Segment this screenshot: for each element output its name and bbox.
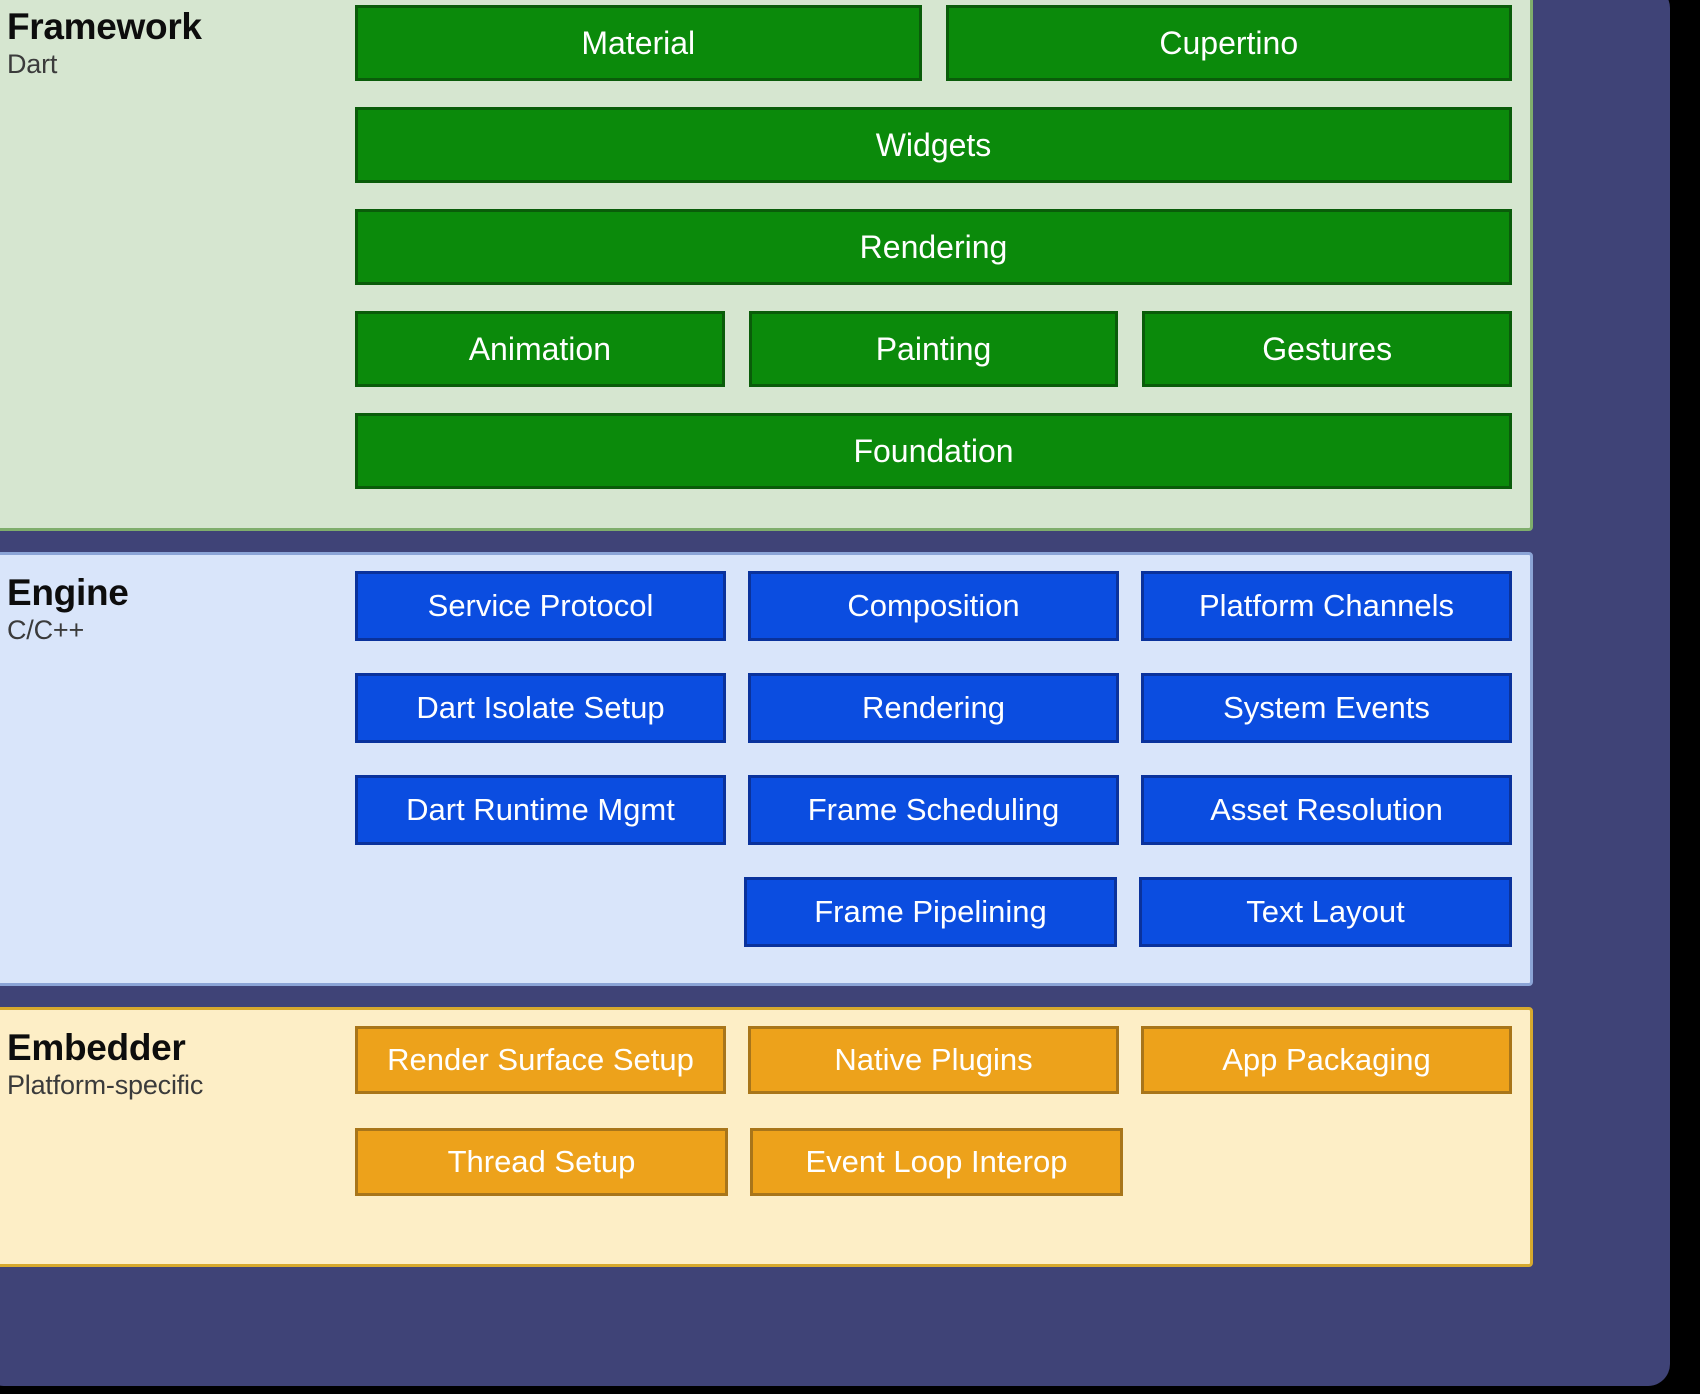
box-frame-scheduling[interactable]: Frame Scheduling (748, 775, 1119, 845)
engine-row-4: Frame Pipelining Text Layout (355, 877, 1512, 947)
box-event-loop-interop[interactable]: Event Loop Interop (750, 1128, 1123, 1196)
layer-embedder-label: Embedder Platform-specific (0, 1010, 355, 1101)
column-gap (726, 673, 748, 775)
box-thread-setup[interactable]: Thread Setup (355, 1128, 728, 1196)
box-asset-resolution[interactable]: Asset Resolution (1141, 775, 1512, 845)
column-gap (1117, 877, 1139, 947)
embedder-row-2: Thread Setup Event Loop Interop (355, 1128, 1512, 1196)
box-text-layout[interactable]: Text Layout (1139, 877, 1512, 947)
column-gap (726, 571, 748, 673)
box-app-packaging[interactable]: App Packaging (1141, 1026, 1512, 1094)
layer-embedder-title: Embedder (7, 1027, 186, 1068)
framework-row-4: Animation Painting Gestures (355, 311, 1513, 413)
layer-framework-grid: Material Cupertino Widgets Rendering Ani… (355, 0, 1530, 505)
layer-engine-title: Engine (7, 572, 129, 613)
column-gap (1119, 571, 1141, 673)
box-dart-runtime-mgmt[interactable]: Dart Runtime Mgmt (355, 775, 726, 845)
box-widgets[interactable]: Widgets (355, 107, 1512, 183)
layer-engine-grid: Service Protocol Composition Platform Ch… (355, 555, 1530, 963)
box-painting[interactable]: Painting (748, 311, 1119, 387)
box-animation[interactable]: Animation (355, 311, 725, 387)
engine-row-3: Dart Runtime Mgmt Frame Scheduling Asset… (355, 775, 1512, 877)
framework-row-5: Foundation (355, 413, 1512, 489)
engine-row-1: Service Protocol Composition Platform Ch… (355, 571, 1512, 673)
empty-slot (1145, 1128, 1512, 1196)
engine-row-2: Dart Isolate Setup Rendering System Even… (355, 673, 1512, 775)
box-frame-pipelining[interactable]: Frame Pipelining (744, 877, 1117, 947)
box-dart-isolate-setup[interactable]: Dart Isolate Setup (355, 673, 726, 743)
box-platform-channels[interactable]: Platform Channels (1141, 571, 1512, 641)
layer-framework-label: Framework Dart (0, 0, 355, 80)
box-service-protocol[interactable]: Service Protocol (355, 571, 726, 641)
box-rendering-framework[interactable]: Rendering (355, 209, 1512, 285)
layer-framework-subtitle: Dart (7, 48, 58, 79)
architecture-frame: Framework Dart Material Cupertino Widget… (0, 0, 1670, 1386)
framework-row-3: Rendering (355, 209, 1512, 311)
column-gap (725, 311, 749, 413)
layer-framework: Framework Dart Material Cupertino Widget… (0, 0, 1533, 531)
column-gap (728, 1128, 750, 1196)
box-rendering-engine[interactable]: Rendering (748, 673, 1119, 743)
column-gap (1119, 1026, 1141, 1128)
box-cupertino[interactable]: Cupertino (945, 5, 1512, 81)
column-gap (1123, 1128, 1145, 1196)
layer-engine-subtitle: C/C++ (7, 614, 85, 645)
box-foundation[interactable]: Foundation (355, 413, 1512, 489)
box-composition[interactable]: Composition (748, 571, 1119, 641)
framework-row-1: Material Cupertino (355, 5, 1512, 107)
layer-engine: Engine C/C++ Service Protocol Compositio… (0, 552, 1533, 986)
framework-row-2: Widgets (355, 107, 1512, 209)
column-gap (1119, 775, 1141, 877)
layer-engine-label: Engine C/C++ (0, 555, 355, 646)
column-gap (1118, 311, 1142, 413)
box-system-events[interactable]: System Events (1141, 673, 1512, 743)
column-gap (722, 877, 744, 947)
column-gap (726, 775, 748, 877)
layer-embedder-subtitle: Platform-specific (7, 1069, 204, 1100)
layer-framework-title: Framework (7, 6, 202, 47)
column-gap (726, 1026, 748, 1128)
box-gestures[interactable]: Gestures (1142, 311, 1513, 387)
box-material[interactable]: Material (355, 5, 922, 81)
layer-embedder: Embedder Platform-specific Render Surfac… (0, 1007, 1533, 1267)
box-render-surface-setup[interactable]: Render Surface Setup (355, 1026, 726, 1094)
column-gap (922, 5, 946, 107)
embedder-row-1: Render Surface Setup Native Plugins App … (355, 1026, 1512, 1128)
column-gap (1119, 673, 1141, 775)
box-native-plugins[interactable]: Native Plugins (748, 1026, 1119, 1094)
layer-embedder-grid: Render Surface Setup Native Plugins App … (355, 1010, 1530, 1212)
empty-slot (355, 877, 722, 947)
